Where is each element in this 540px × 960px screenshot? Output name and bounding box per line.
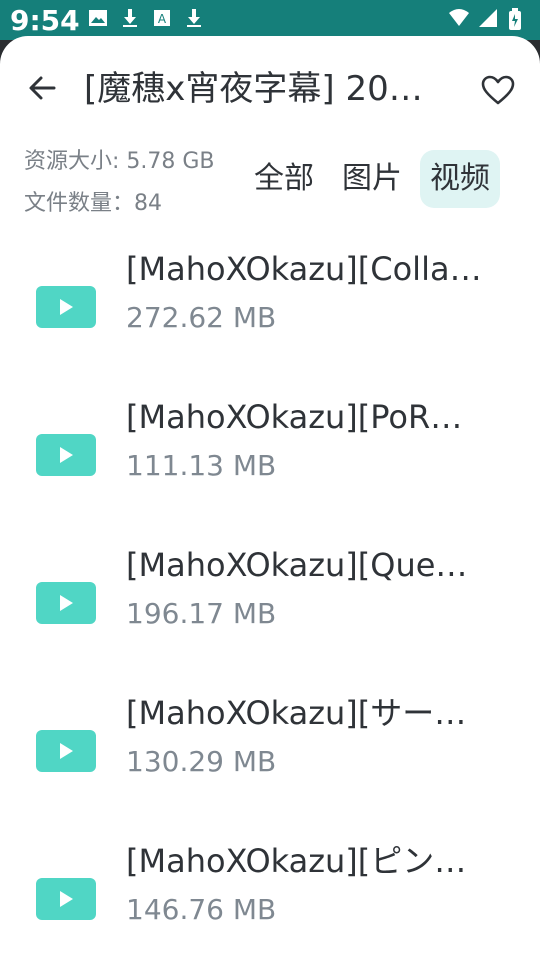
resource-size: 资源大小: 5.78 GB (24, 149, 215, 174)
bottom-sheet: [魔穗x宵夜字幕] 20… 资源大小: 5.78 GB 文件数量：84 全部 图… (0, 36, 540, 960)
top-bar: [魔穗x宵夜字幕] 20… (0, 36, 540, 140)
battery-icon (508, 8, 530, 30)
notification-icons: A (88, 8, 206, 30)
download-icon (120, 8, 142, 30)
heart-icon (481, 75, 515, 105)
video-thumbnail (36, 286, 96, 328)
file-size: 146.76 MB (126, 893, 277, 926)
file-count: 文件数量：84 (24, 191, 162, 216)
signal-icon (478, 8, 500, 30)
page-title: [魔穗x宵夜字幕] 20… (84, 69, 423, 109)
tab-videos[interactable]: 视频 (420, 150, 500, 208)
play-icon (60, 299, 73, 315)
video-thumbnail (36, 730, 96, 772)
file-size: 111.13 MB (126, 449, 277, 482)
play-icon (60, 447, 73, 463)
file-name: [MahoXOkazu][Quee… (126, 546, 486, 584)
file-size: 272.62 MB (126, 301, 277, 334)
list-item[interactable]: [MahoXOkazu][Quee… 196.17 MB (0, 532, 540, 680)
tab-images[interactable]: 图片 (332, 150, 412, 208)
image-icon (88, 8, 110, 30)
svg-text:A: A (158, 12, 167, 26)
play-icon (60, 595, 73, 611)
back-arrow-icon (29, 76, 56, 100)
favorite-button[interactable] (478, 70, 518, 110)
list-item[interactable]: [MahoXOkazu][ピン… 146.76 MB (0, 828, 540, 960)
video-thumbnail (36, 878, 96, 920)
list-item[interactable]: [MahoXOkazu][PoR… 111.13 MB (0, 384, 540, 532)
list-item[interactable]: [MahoXOkazu][Colla… 272.62 MB (0, 236, 540, 384)
video-thumbnail (36, 434, 96, 476)
file-name: [MahoXOkazu][PoR… (126, 398, 463, 436)
file-list: [MahoXOkazu][Colla… 272.62 MB [MahoXOkaz… (0, 236, 540, 960)
play-icon (60, 743, 73, 759)
video-thumbnail (36, 582, 96, 624)
file-name: [MahoXOkazu][Colla… (126, 250, 482, 288)
filter-tabs: 全部 图片 视频 (244, 150, 500, 210)
play-icon (60, 891, 73, 907)
list-item[interactable]: [MahoXOkazu][サー… 130.29 MB (0, 680, 540, 828)
download-icon (184, 8, 206, 30)
wifi-icon (448, 8, 470, 30)
file-name: [MahoXOkazu][ピン… (126, 842, 467, 880)
file-size: 196.17 MB (126, 597, 277, 630)
font-icon: A (152, 8, 174, 30)
file-size: 130.29 MB (126, 745, 277, 778)
status-time: 9:54 (10, 4, 80, 37)
status-bar: 9:54 A (0, 0, 540, 40)
back-button[interactable] (24, 70, 60, 106)
tab-all[interactable]: 全部 (244, 150, 324, 208)
system-icons (448, 8, 530, 30)
file-name: [MahoXOkazu][サー… (126, 694, 467, 732)
resource-meta: 资源大小: 5.78 GB 文件数量：84 (24, 144, 244, 228)
